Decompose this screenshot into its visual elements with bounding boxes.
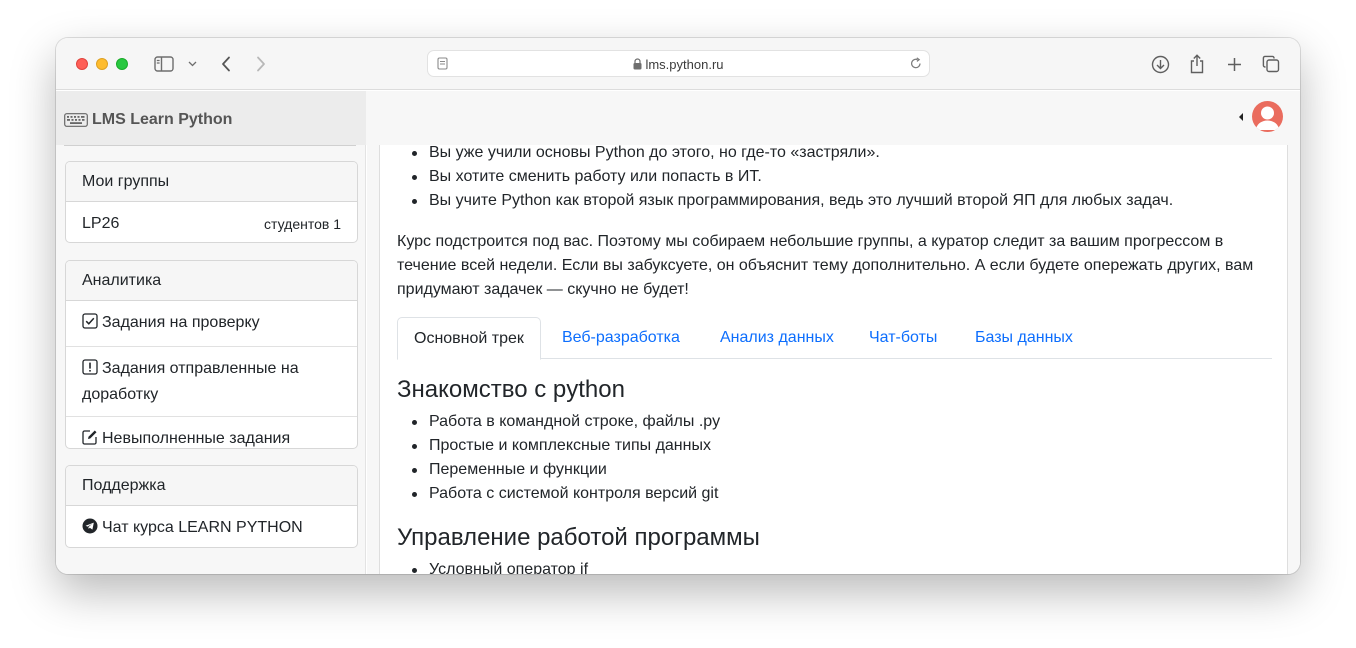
pencil-square-icon <box>82 429 98 448</box>
section-title: Управление работой программы <box>397 524 760 551</box>
minimize-window-button[interactable] <box>96 58 108 70</box>
groups-card-header: Мои группы <box>66 162 357 202</box>
sidebar-item-tasks-to-review[interactable]: Задания на проверку <box>66 301 357 347</box>
list-item: Переменные и функции <box>397 458 720 482</box>
sidebar-item-label: Чат курса LEARN PYTHON <box>102 519 303 536</box>
group-name: LP26 <box>82 215 120 232</box>
list-item: Вы учите Python как второй язык программ… <box>397 189 1173 213</box>
analytics-card-header: Аналитика <box>66 261 357 301</box>
list-item: Условный оператор if <box>397 558 588 574</box>
telegram-icon <box>82 518 98 542</box>
track-tabs: Основной трек Веб-разработка Анализ данн… <box>397 317 1272 360</box>
intro-list: Вы уже учили основы Python до этого, но … <box>397 141 1173 213</box>
user-menu-caret-icon[interactable] <box>1239 113 1243 121</box>
sidebar-item-label: Невыполненные задания <box>102 430 291 447</box>
sidebar-toggle-icon[interactable] <box>153 52 175 76</box>
brand-area[interactable]: LMS Learn Python <box>56 91 366 145</box>
list-item: Вы уже учили основы Python до этого, но … <box>397 141 1173 165</box>
address-bar[interactable]: lms.python.ru <box>427 50 930 77</box>
forward-icon[interactable] <box>254 52 268 76</box>
group-student-count: студентов 1 <box>264 216 341 232</box>
browser-toolbar: lms.python.ru <box>56 38 1300 90</box>
analytics-card: Аналитика Задания на проверку Задания от… <box>65 260 358 449</box>
main-content: Вы уже учили основы Python до этого, но … <box>367 144 1300 574</box>
url-text: lms.python.ru <box>428 57 929 73</box>
back-icon[interactable] <box>219 52 233 76</box>
support-card-header: Поддержка <box>66 466 357 506</box>
list-item: Работа с системой контроля версий git <box>397 482 720 506</box>
list-item: Вы хотите сменить работу или попасть в И… <box>397 165 1173 189</box>
sidebar: Мои группы LP26 студентов 1 Аналитика За… <box>56 145 366 574</box>
downloads-icon[interactable] <box>1150 52 1170 76</box>
sidebar-item-tasks-incomplete[interactable]: Невыполненные задания <box>66 417 357 448</box>
list-item: Работа в командной строке, файлы .py <box>397 410 720 434</box>
groups-card: Мои группы LP26 студентов 1 <box>65 161 358 243</box>
url-label: lms.python.ru <box>645 57 724 72</box>
tab-databases[interactable]: Базы данных <box>975 317 1073 359</box>
tab-chat-bots[interactable]: Чат-боты <box>869 317 937 359</box>
support-card: Поддержка Чат курса LEARN PYTHON <box>65 465 358 548</box>
chevron-down-icon[interactable] <box>187 52 197 76</box>
user-avatar[interactable] <box>1252 101 1283 132</box>
close-window-button[interactable] <box>76 58 88 70</box>
reload-icon[interactable] <box>910 57 922 75</box>
tab-web-development[interactable]: Веб-разработка <box>562 317 680 359</box>
check-square-icon <box>82 313 98 337</box>
sidebar-item-label: Задания на проверку <box>102 314 260 331</box>
exclamation-square-icon <box>82 359 98 383</box>
new-tab-icon[interactable] <box>1226 52 1242 76</box>
lock-icon <box>633 58 642 73</box>
sidebar-item-label: Задания отправленные на доработку <box>82 360 299 403</box>
sidebar-divider <box>64 145 356 146</box>
list-item: Простые и комплексные типы данных <box>397 434 720 458</box>
section-topic-list: Условный оператор if <box>397 558 588 574</box>
section-topic-list: Работа в командной строке, файлы .py Про… <box>397 410 720 506</box>
tab-main-track[interactable]: Основной трек <box>397 317 541 360</box>
zoom-window-button[interactable] <box>116 58 128 70</box>
section-title: Знакомство с python <box>397 376 625 403</box>
course-description-card: Вы уже учили основы Python до этого, но … <box>379 144 1288 574</box>
keyboard-icon <box>64 113 88 132</box>
sidebar-item-course-chat[interactable]: Чат курса LEARN PYTHON <box>66 506 357 547</box>
tab-overview-icon[interactable] <box>1262 52 1280 76</box>
sidebar-item-tasks-returned[interactable]: Задания отправленные на доработку <box>66 347 357 417</box>
group-item-lp26[interactable]: LP26 студентов 1 <box>66 202 357 242</box>
course-paragraph: Курс подстроится под вас. Поэтому мы соб… <box>397 233 1254 298</box>
tab-data-analysis[interactable]: Анализ данных <box>720 317 834 359</box>
share-icon[interactable] <box>1188 52 1206 76</box>
brand-title[interactable]: LMS Learn Python <box>92 111 232 129</box>
browser-window: lms.python.ru LMS Learn Python Мои групп… <box>56 38 1300 574</box>
